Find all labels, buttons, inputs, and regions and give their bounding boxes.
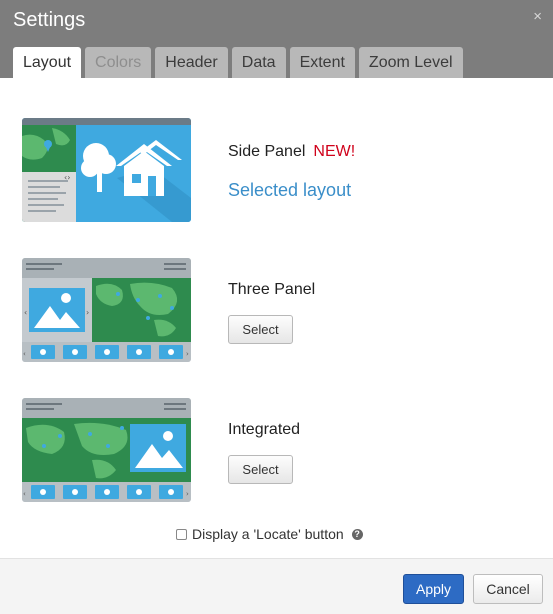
select-integrated-button[interactable]: Select xyxy=(228,455,293,484)
layout-name-three-panel: Three Panel xyxy=(228,281,316,298)
tab-zoom-level[interactable]: Zoom Level xyxy=(358,47,463,78)
svg-text:›: › xyxy=(186,490,189,498)
svg-text:‹: ‹ xyxy=(23,350,26,358)
layout-option-integrated: ‹ › Integrated Select xyxy=(22,398,542,504)
svg-text:‹: ‹ xyxy=(23,490,26,498)
layout-option-side-panel: ‹› Side Panel NEW! Selected layout xyxy=(22,118,542,224)
svg-text:‹›: ‹› xyxy=(64,173,70,182)
tab-colors[interactable]: Colors xyxy=(85,47,152,78)
settings-dialog: Settings × Layout Colors Header Data Ext… xyxy=(0,0,553,614)
dialog-title: Settings xyxy=(13,9,86,31)
select-three-panel-button[interactable]: Select xyxy=(228,315,293,344)
layout-name-side-panel: Side Panel xyxy=(228,143,306,160)
locate-option: Display a 'Locate' button ? xyxy=(176,525,363,543)
layout-option-three-panel: ‹ › ‹ › Three Panel Select xyxy=(22,258,542,364)
question-circle-icon[interactable]: ? xyxy=(351,528,363,540)
tab-bar: Layout Colors Header Data Extent Zoom Le… xyxy=(13,47,467,78)
tab-extent[interactable]: Extent xyxy=(289,47,355,78)
three-panel-layout-icon[interactable]: ‹ › ‹ › xyxy=(22,258,191,362)
locate-checkbox[interactable] xyxy=(176,528,187,540)
svg-text:›: › xyxy=(186,350,189,358)
tab-data[interactable]: Data xyxy=(231,47,286,78)
tab-layout[interactable]: Layout xyxy=(13,47,82,78)
svg-text:‹: ‹ xyxy=(24,308,27,317)
cancel-button[interactable]: Cancel xyxy=(473,574,543,604)
close-icon[interactable]: × xyxy=(533,9,542,24)
selected-layout-status: Selected layout xyxy=(228,180,352,200)
new-badge: NEW! xyxy=(313,143,356,160)
locate-label[interactable]: Display a 'Locate' button xyxy=(192,526,344,542)
apply-button[interactable]: Apply xyxy=(403,574,464,604)
side-panel-layout-icon[interactable]: ‹› xyxy=(22,118,191,222)
dialog-header: Settings × Layout Colors Header Data Ext… xyxy=(0,0,553,78)
integrated-layout-icon[interactable]: ‹ › xyxy=(22,398,191,502)
layout-name-integrated: Integrated xyxy=(228,421,301,438)
dialog-footer: Apply Cancel xyxy=(0,558,553,614)
svg-text:›: › xyxy=(86,308,89,317)
tab-header[interactable]: Header xyxy=(155,47,228,78)
